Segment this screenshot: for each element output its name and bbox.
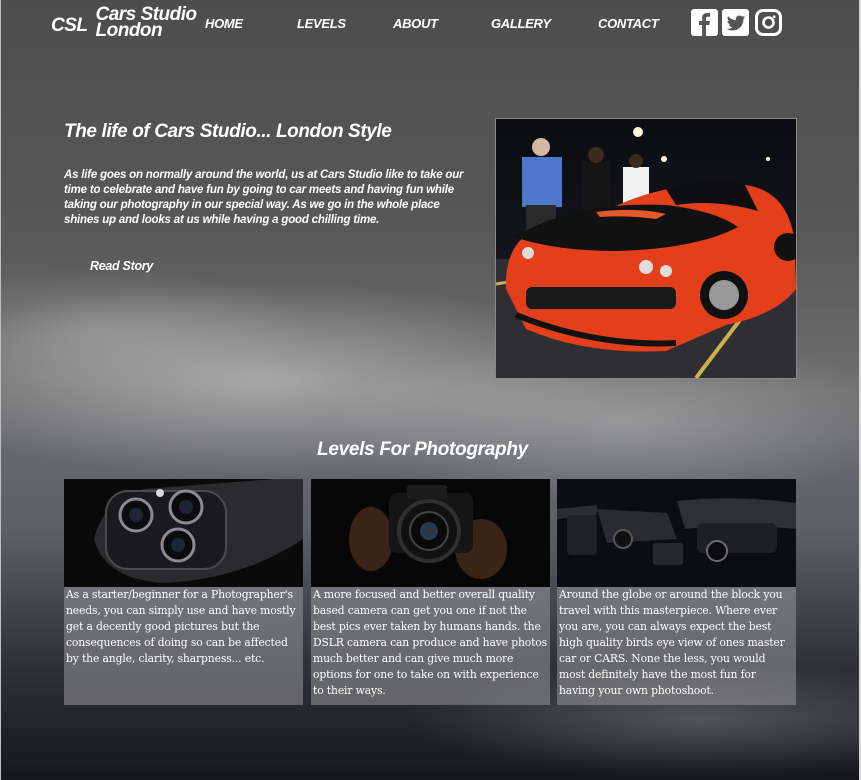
- nav-contact[interactable]: CONTACT: [598, 16, 659, 31]
- nav-levels[interactable]: LEVELS: [297, 16, 346, 31]
- twitter-icon[interactable]: [722, 9, 749, 36]
- facebook-icon[interactable]: [691, 9, 718, 36]
- drone-photo: [557, 479, 796, 587]
- hero-text: As life goes on normally around the worl…: [64, 169, 464, 226]
- nav-home[interactable]: HOME: [205, 16, 243, 31]
- nav-gallery[interactable]: GALLERY: [491, 16, 551, 31]
- site-logo[interactable]: CSL Cars Studio London: [51, 5, 198, 47]
- level-card-beginner: As a starter/beginner for a Photographer…: [64, 479, 303, 705]
- level-card-text: As a starter/beginner for a Photographer…: [66, 588, 296, 665]
- level-card-text: Around the globe or around the block you…: [559, 588, 785, 697]
- level-card-drone: Around the globe or around the block you…: [557, 479, 796, 705]
- red-muscle-car-photo: [495, 118, 797, 379]
- nav-about[interactable]: ABOUT: [393, 16, 438, 31]
- phone-camera-photo: [64, 479, 303, 587]
- read-story-link[interactable]: Read Story: [90, 259, 153, 273]
- level-card-dslr: A more focused and better overall qualit…: [311, 479, 550, 705]
- instagram-icon[interactable]: [755, 9, 782, 36]
- hero-title: The life of Cars Studio... London Style: [64, 121, 392, 142]
- level-card-text: A more focused and better overall qualit…: [313, 588, 548, 697]
- dslr-camera-photo: [311, 479, 550, 587]
- logo-name: Cars Studio London: [95, 5, 198, 41]
- levels-title: Levels For Photography: [317, 439, 528, 460]
- logo-abbr: CSL: [51, 15, 88, 36]
- logo-name-line2: London: [95, 20, 163, 41]
